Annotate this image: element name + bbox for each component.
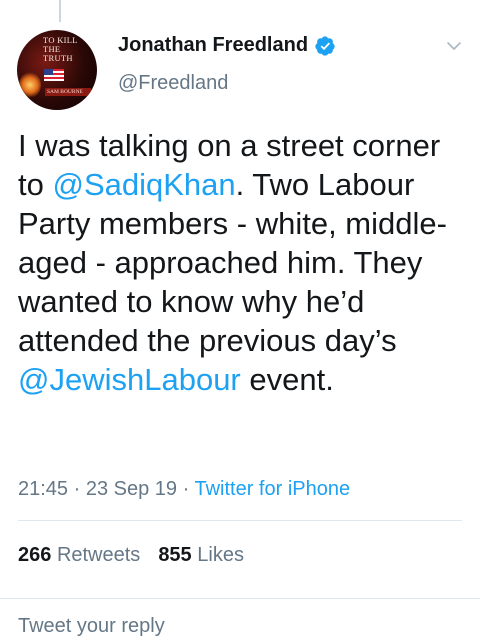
mention-link-jewishlabour[interactable]: @JewishLabour <box>18 362 241 397</box>
retweets-label: Retweets <box>56 544 141 566</box>
tweet-stats: 266 Retweets 855 Likes <box>18 544 244 567</box>
chevron-down-icon[interactable] <box>446 38 462 54</box>
author-name[interactable]: Jonathan Freedland <box>118 34 308 57</box>
thread-connector-line <box>59 0 61 22</box>
likes-label: Likes <box>197 544 244 566</box>
avatar-book-title: TO KILL THE TRUTH <box>43 35 78 63</box>
avatar-flag-icon <box>44 69 64 81</box>
tweet-meta: 21:45 · 23 Sep 19 · Twitter for iPhone <box>18 478 350 501</box>
author-handle[interactable]: @Freedland <box>118 72 228 95</box>
reply-bar[interactable]: Tweet your reply <box>0 598 480 642</box>
tweet-date: 23 Sep 19 <box>85 478 178 500</box>
tweet-text-part: event. <box>240 362 334 397</box>
verified-badge-icon <box>315 35 335 56</box>
likes-count: 855 <box>158 544 192 566</box>
tweet-time: 21:45 <box>18 478 69 500</box>
author-name-row[interactable]: Jonathan Freedland <box>118 34 336 57</box>
retweets-count: 266 <box>18 544 52 566</box>
likes-stat[interactable]: 855 Likes <box>158 544 244 566</box>
tweet-text: I was talking on a street corner to @Sad… <box>18 126 466 399</box>
mention-link-sadiqkhan[interactable]: @SadiqKhan <box>52 167 235 202</box>
retweets-stat[interactable]: 266 Retweets <box>18 544 140 566</box>
meta-separator: · <box>177 478 195 500</box>
reply-input[interactable]: Tweet your reply <box>18 615 165 638</box>
meta-separator: · <box>68 478 86 500</box>
divider <box>18 520 462 521</box>
avatar-candle-glow <box>19 72 41 98</box>
avatar-book-author: SAM BOURNE <box>45 88 91 96</box>
tweet-source-link[interactable]: Twitter for iPhone <box>194 478 350 500</box>
avatar[interactable]: TO KILL THE TRUTH SAM BOURNE <box>17 30 97 110</box>
